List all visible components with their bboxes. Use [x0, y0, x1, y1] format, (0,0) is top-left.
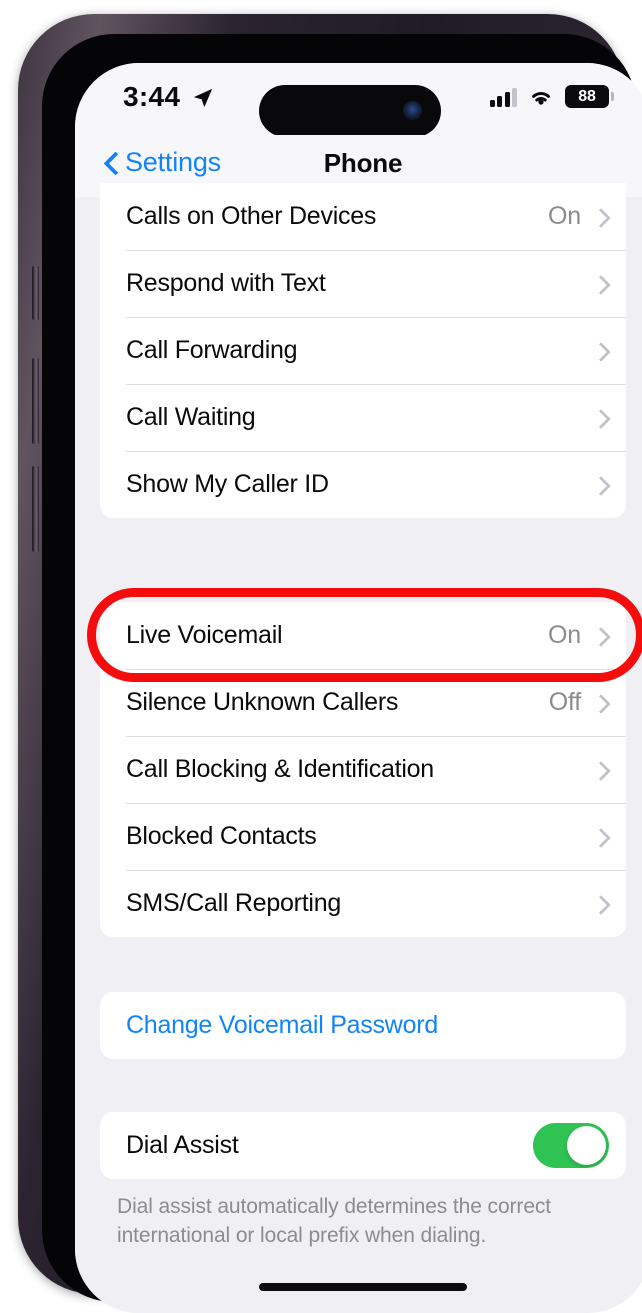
- chevron-right-icon: [594, 626, 605, 646]
- volume-up-button[interactable]: [32, 358, 39, 444]
- voicemail-password-group: Change Voicemail Password: [100, 992, 626, 1059]
- settings-list: Calls on Other Devices On Respond with T…: [75, 183, 642, 1313]
- table-row-show-my-caller-id[interactable]: Show My Caller ID: [100, 451, 626, 518]
- table-row-change-voicemail-password[interactable]: Change Voicemail Password: [100, 992, 626, 1059]
- table-row-sms-call-reporting[interactable]: SMS/Call Reporting: [100, 870, 626, 937]
- phone-device-frame: 3:44 88 Settings Phone Calls on Other De…: [18, 14, 642, 1313]
- toggle-knob: [567, 1126, 606, 1165]
- battery-percent-label: 88: [578, 87, 596, 105]
- home-indicator[interactable]: [259, 1283, 467, 1291]
- row-label: Silence Unknown Callers: [126, 688, 399, 716]
- chevron-right-icon: [594, 408, 605, 428]
- status-bar-clock: 3:44: [123, 81, 181, 112]
- chevron-right-icon: [594, 341, 605, 361]
- volume-down-button[interactable]: [32, 466, 39, 552]
- row-value: Off: [548, 688, 581, 716]
- row-label: SMS/Call Reporting: [126, 889, 342, 917]
- page-title: Phone: [323, 148, 403, 178]
- row-label: Call Waiting: [126, 403, 256, 431]
- status-bar-indicators: 88: [489, 85, 614, 108]
- row-label: Live Voicemail: [126, 621, 283, 649]
- cellular-signal-icon: [489, 87, 517, 107]
- row-label: Calls on Other Devices: [126, 202, 377, 230]
- row-value: On: [548, 202, 581, 230]
- chevron-right-icon: [594, 207, 605, 227]
- voicemail-blocking-group: Live Voicemail On Silence Unknown Caller…: [100, 602, 626, 937]
- action-button[interactable]: [32, 266, 39, 320]
- change-voicemail-password-button: Change Voicemail Password: [126, 1011, 438, 1039]
- battery-icon: 88: [565, 85, 614, 108]
- phone-screen: 3:44 88 Settings Phone Calls on Other De…: [75, 63, 642, 1313]
- table-row-blocked-contacts[interactable]: Blocked Contacts: [100, 803, 626, 870]
- chevron-right-icon: [594, 693, 605, 713]
- wifi-icon: [532, 91, 550, 105]
- row-label: Blocked Contacts: [126, 822, 317, 850]
- table-row-live-voicemail[interactable]: Live Voicemail On: [100, 602, 626, 669]
- call-settings-group: Calls on Other Devices On Respond with T…: [100, 183, 626, 518]
- table-row-call-waiting[interactable]: Call Waiting: [100, 384, 626, 451]
- row-label: Respond with Text: [126, 269, 326, 297]
- table-row-respond-with-text[interactable]: Respond with Text: [100, 250, 626, 317]
- dynamic-island: [259, 85, 441, 137]
- row-label: Call Blocking & Identification: [126, 755, 434, 783]
- row-label: Show My Caller ID: [126, 470, 329, 498]
- chevron-right-icon: [594, 475, 605, 495]
- table-row-dial-assist: Dial Assist: [100, 1112, 626, 1179]
- chevron-right-icon: [594, 760, 605, 780]
- row-label: Call Forwarding: [126, 336, 298, 364]
- front-camera-icon: [403, 101, 422, 120]
- chevron-right-icon: [594, 894, 605, 914]
- row-label: Dial Assist: [126, 1131, 239, 1159]
- table-row-silence-unknown-callers[interactable]: Silence Unknown Callers Off: [100, 669, 626, 736]
- status-bar: 3:44 88: [75, 63, 642, 137]
- row-value: On: [548, 621, 581, 649]
- table-row-call-blocking-identification[interactable]: Call Blocking & Identification: [100, 736, 626, 803]
- chevron-right-icon: [594, 827, 605, 847]
- phone-bezel: 3:44 88 Settings Phone Calls on Other De…: [42, 34, 642, 1313]
- dial-assist-toggle[interactable]: [533, 1123, 609, 1168]
- table-row-call-forwarding[interactable]: Call Forwarding: [100, 317, 626, 384]
- dial-assist-footnote: Dial assist automatically determines the…: [117, 1195, 552, 1247]
- chevron-right-icon: [594, 274, 605, 294]
- location-arrow-icon: [193, 88, 213, 108]
- table-row-calls-on-other-devices[interactable]: Calls on Other Devices On: [100, 183, 626, 250]
- dial-assist-group: Dial Assist: [100, 1112, 626, 1179]
